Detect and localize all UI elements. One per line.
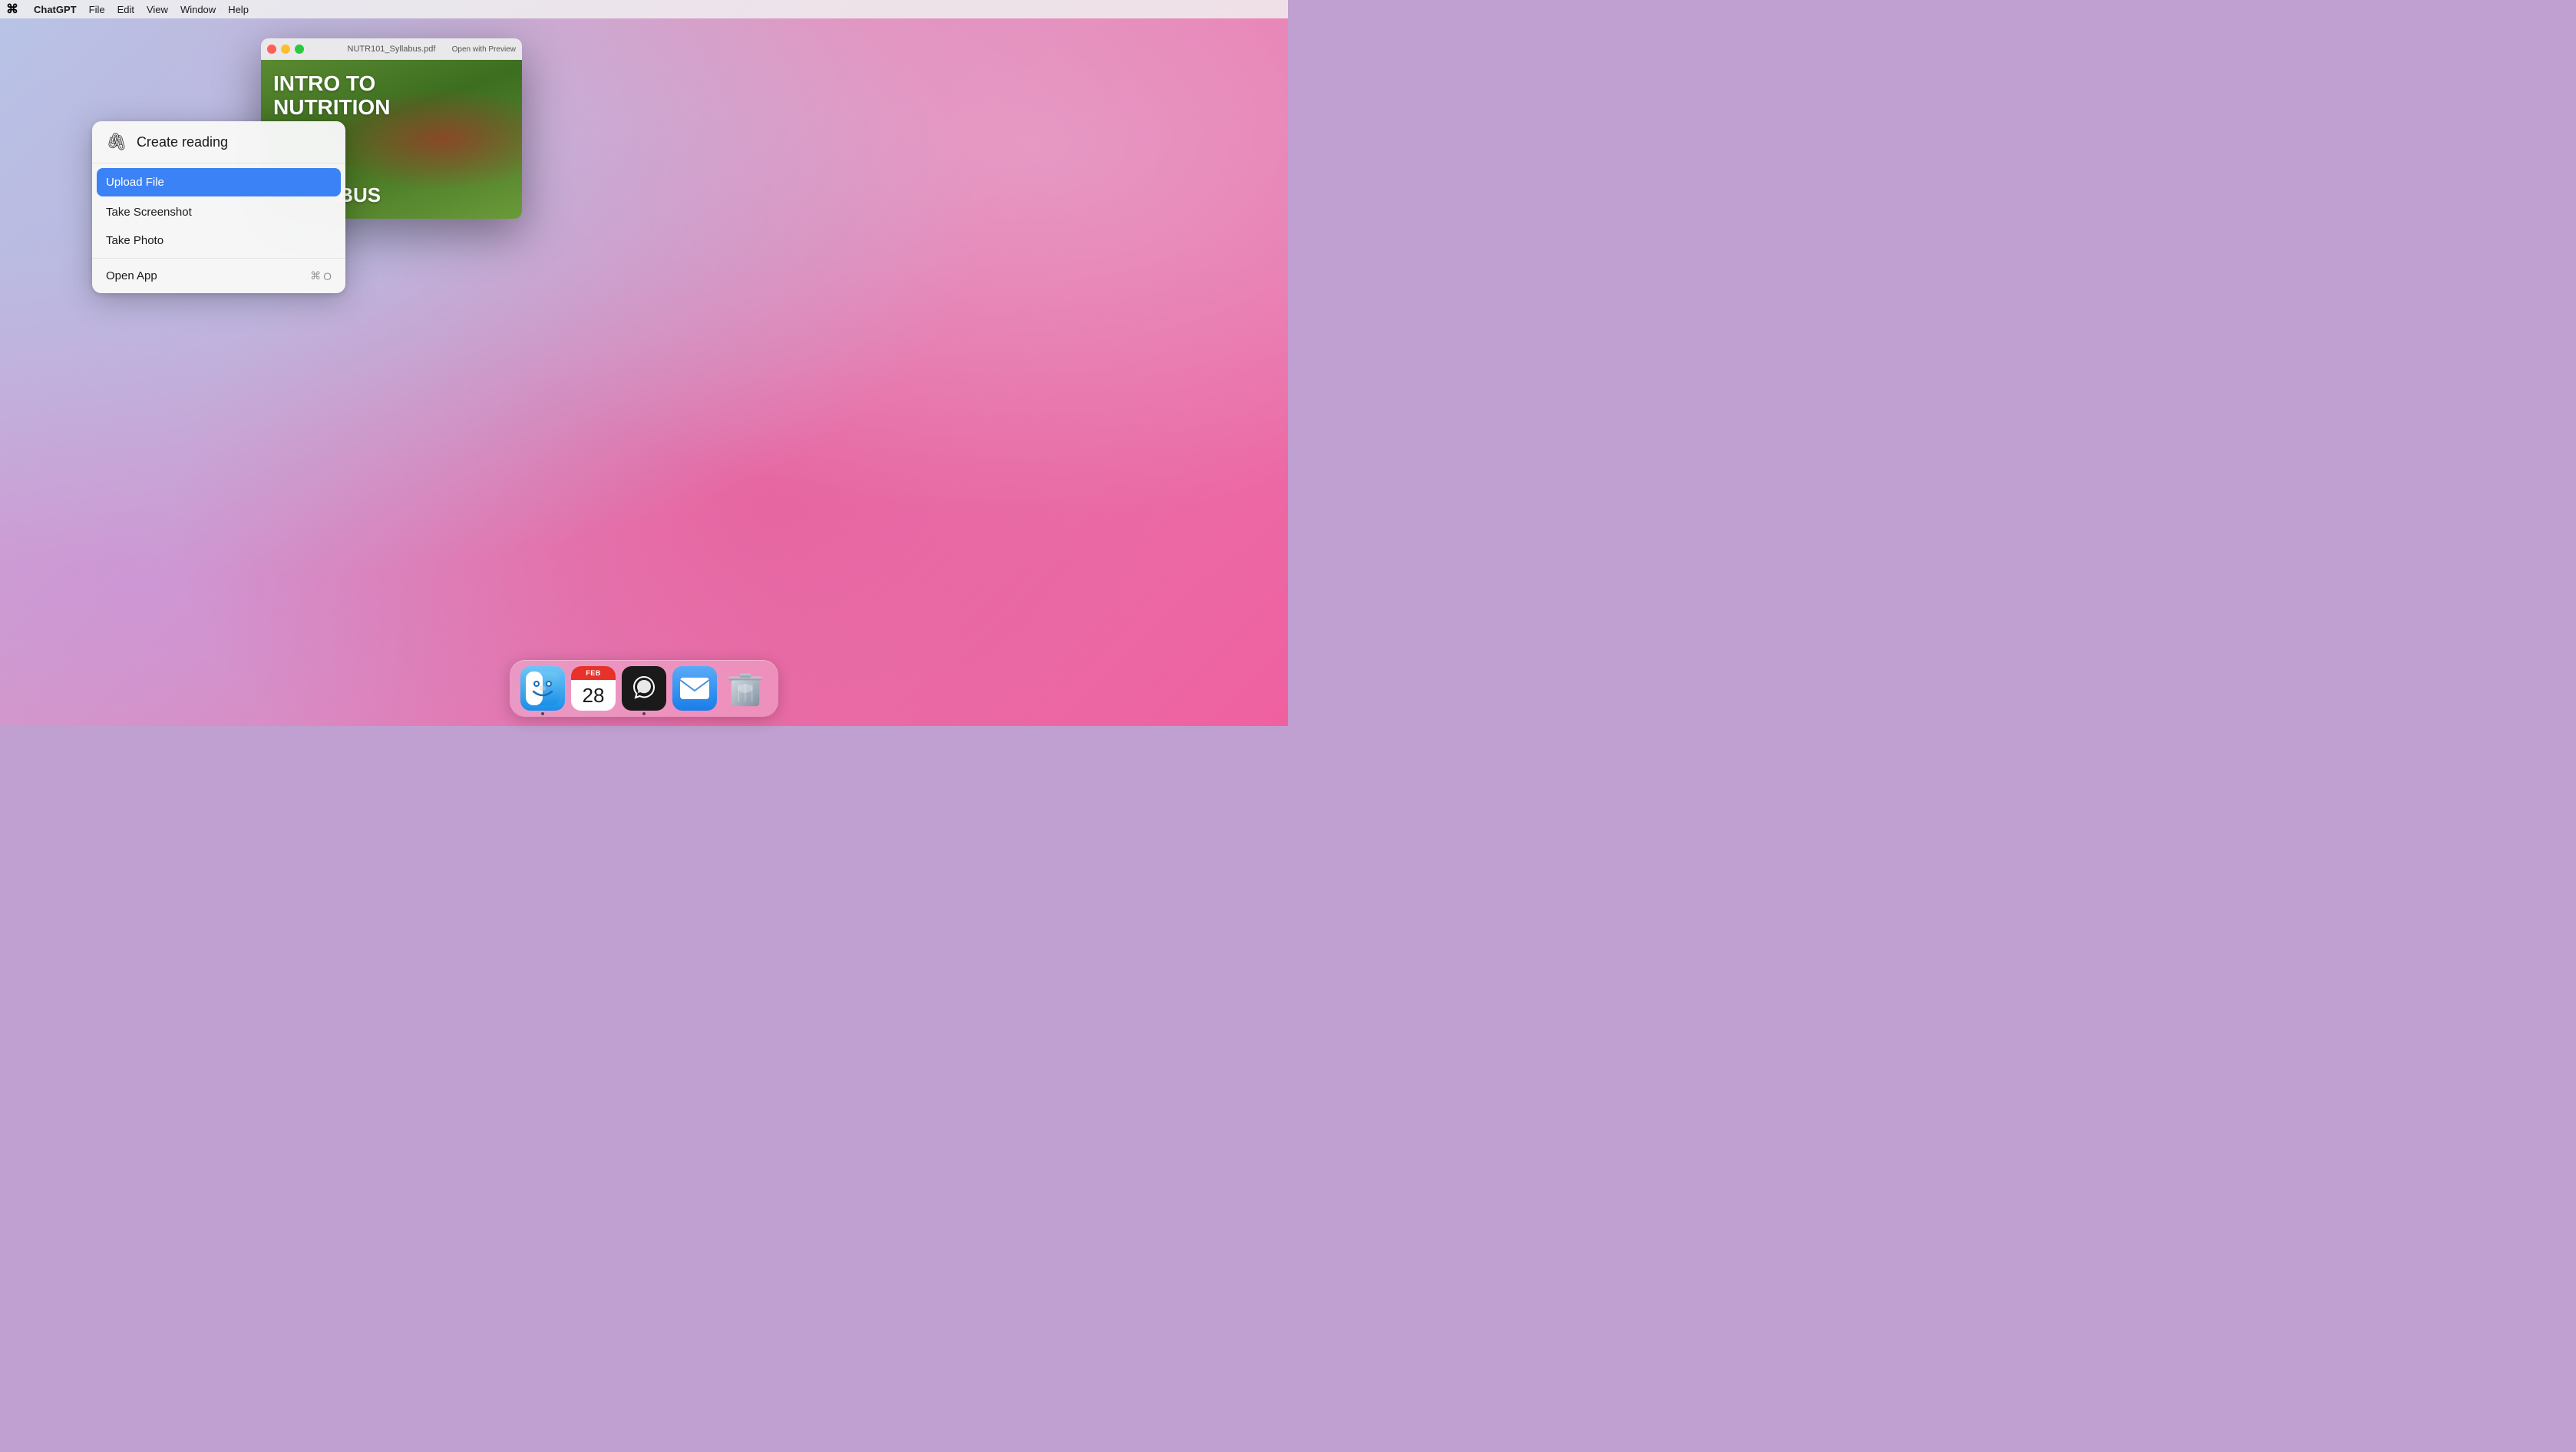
paperclip-icon: 🖇 (106, 132, 127, 152)
menubar: ⌘ ChatGPT File Edit View Window Help (0, 0, 1288, 18)
shortcut-key: O (323, 270, 332, 282)
trash-icon (723, 666, 768, 711)
pdf-text-top: INTRO TONUTRITION (273, 72, 510, 120)
context-menu: 🖇 Create reading Upload File Take Screen… (92, 121, 345, 293)
upload-file-item[interactable]: Upload File (97, 168, 341, 196)
app-name[interactable]: ChatGPT (34, 4, 77, 15)
context-menu-title: Create reading (137, 134, 228, 150)
calendar-icon: FEB 28 (571, 666, 616, 711)
menu-window[interactable]: Window (180, 4, 216, 15)
open-app-item[interactable]: Open App ⌘ O (92, 262, 345, 290)
menu-view[interactable]: View (147, 4, 168, 15)
calendar-day: 28 (571, 680, 616, 711)
pdf-filename: NUTR101_Syllabus.pdf (348, 45, 436, 54)
take-photo-label: Take Photo (106, 234, 163, 247)
dock-trash[interactable] (723, 666, 768, 711)
window-close-button[interactable] (267, 45, 276, 54)
chatgpt-active-indicator (642, 712, 646, 715)
menu-help[interactable]: Help (228, 4, 249, 15)
dock-chatgpt[interactable] (622, 666, 666, 711)
upload-file-label: Upload File (106, 176, 164, 189)
chatgpt-icon (622, 666, 666, 711)
dock-mail[interactable] (672, 666, 717, 711)
pdf-titlebar: NUTR101_Syllabus.pdf Open with Preview (261, 38, 522, 60)
shortcut-cmd: ⌘ (310, 269, 321, 282)
window-minimize-button[interactable] (281, 45, 290, 54)
apple-menu-icon[interactable]: ⌘ (6, 2, 18, 17)
menu-edit[interactable]: Edit (117, 4, 134, 15)
open-app-label: Open App (106, 269, 157, 282)
take-screenshot-item[interactable]: Take Screenshot (92, 198, 345, 226)
pdf-open-action[interactable]: Open with Preview (452, 45, 516, 54)
mail-envelope-svg (679, 677, 710, 700)
dock: FEB 28 (510, 660, 778, 717)
finder-face-svg (526, 672, 560, 705)
context-menu-separator (92, 258, 345, 259)
take-screenshot-label: Take Screenshot (106, 206, 192, 219)
dock-calendar[interactable]: FEB 28 (571, 666, 616, 711)
chatgpt-logo-svg (630, 675, 658, 702)
mail-icon (672, 666, 717, 711)
desktop-background (0, 0, 1288, 726)
finder-icon (520, 666, 565, 711)
context-menu-items: Upload File Take Screenshot Take Photo O… (92, 163, 345, 293)
trash-bin-svg (728, 669, 763, 708)
take-photo-item[interactable]: Take Photo (92, 226, 345, 255)
dock-finder[interactable] (520, 666, 565, 711)
window-zoom-button[interactable] (295, 45, 304, 54)
calendar-month: FEB (571, 666, 616, 680)
context-menu-header: 🖇 Create reading (92, 121, 345, 163)
open-app-shortcut: ⌘ O (310, 269, 332, 282)
finder-active-indicator (541, 712, 544, 715)
menu-file[interactable]: File (89, 4, 105, 15)
